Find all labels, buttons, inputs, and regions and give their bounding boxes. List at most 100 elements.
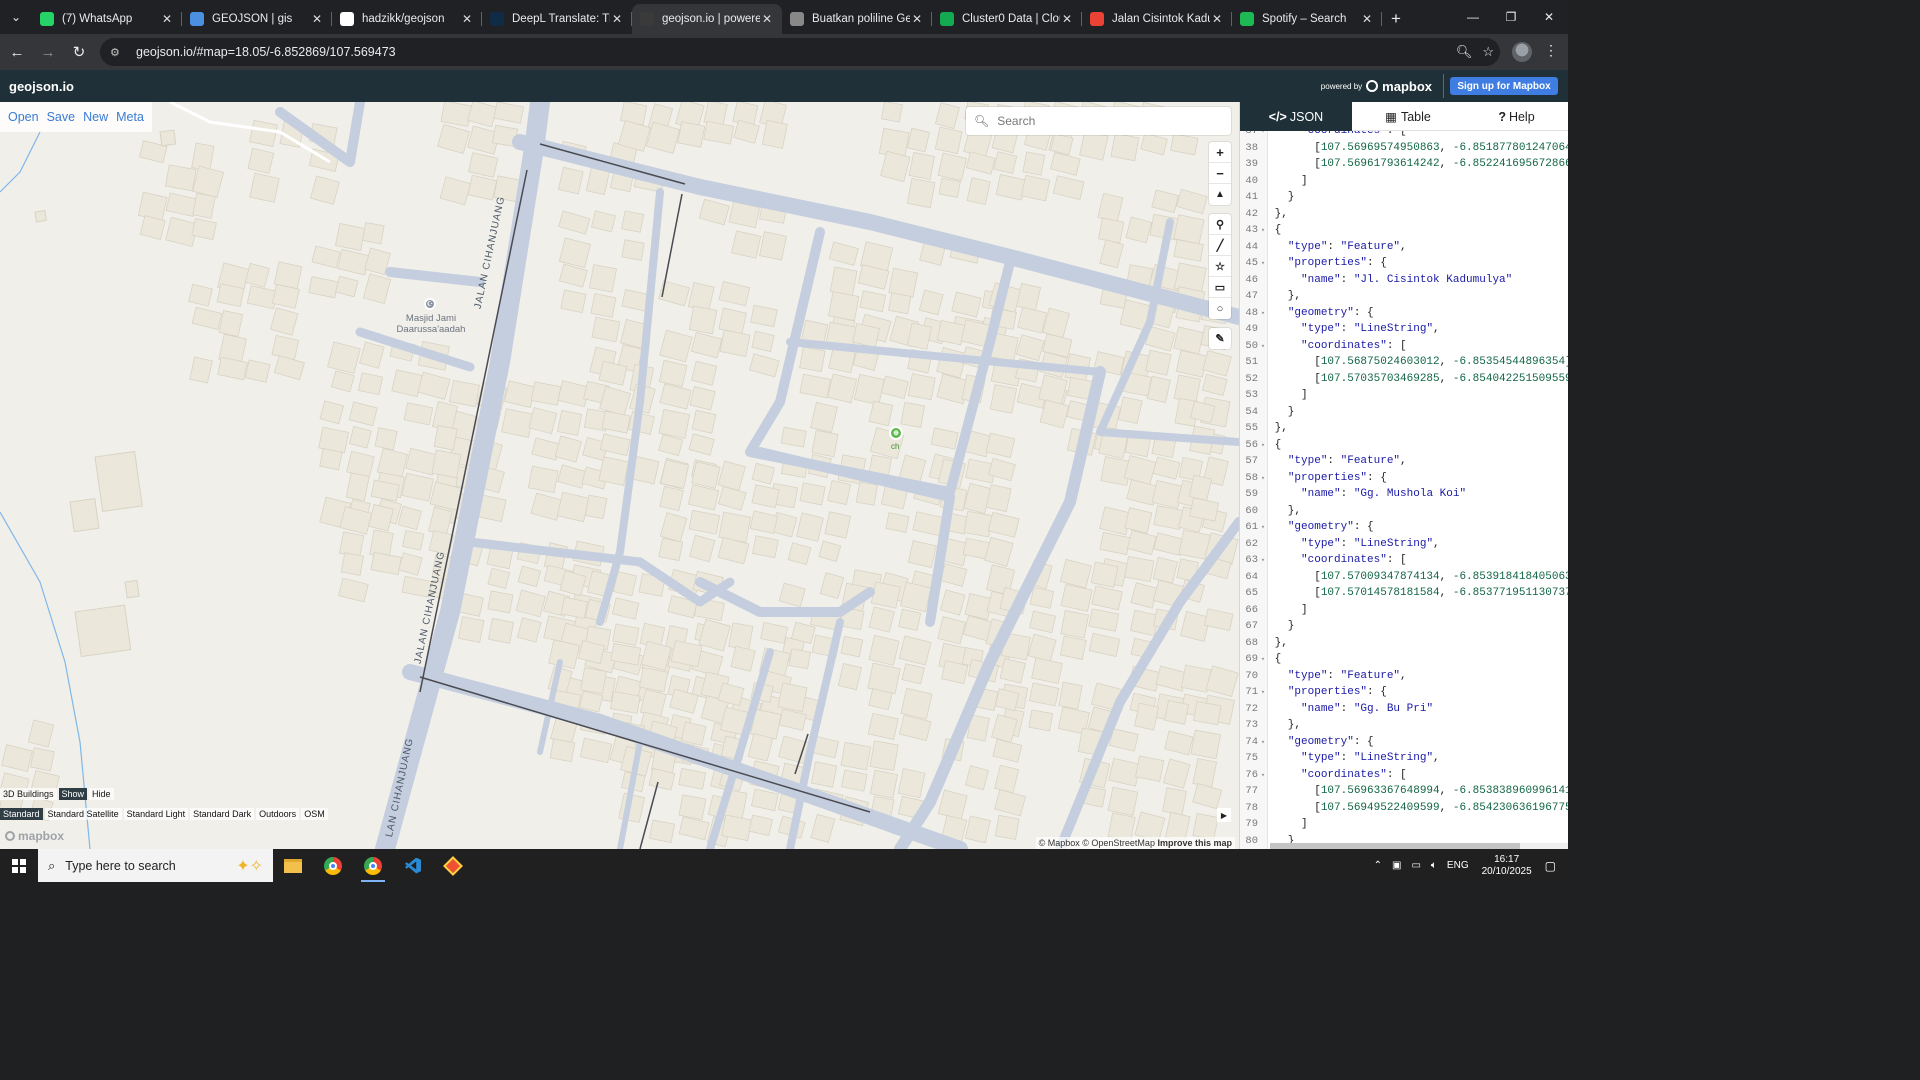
code-line[interactable]: 42 }, (1240, 206, 1568, 223)
fold-arrow-icon[interactable]: ▾ (1258, 471, 1268, 488)
profile-avatar[interactable] (1512, 42, 1532, 62)
close-window-icon[interactable]: ✕ (1530, 0, 1568, 34)
code-line[interactable]: 67 } (1240, 618, 1568, 635)
browser-tab[interactable]: (7) WhatsApp ✕ (32, 4, 182, 34)
close-tab-icon[interactable]: ✕ (760, 12, 774, 26)
reload-icon[interactable]: ↻ (65, 38, 93, 66)
edit-icon[interactable]: ✎ (1209, 328, 1231, 349)
browser-tab[interactable]: Cluster0 Data | Cloud✕ (932, 4, 1082, 34)
code-line[interactable]: 70 "type": "Feature", (1240, 668, 1568, 685)
code-line[interactable]: 59 "name": "Gg. Mushola Koi" (1240, 486, 1568, 503)
start-button[interactable] (0, 849, 38, 882)
code-line[interactable]: 46 "name": "Jl. Cisintok Kadumulya" (1240, 272, 1568, 289)
file-explorer-icon[interactable] (273, 849, 313, 882)
code-line[interactable]: 40 ] (1240, 173, 1568, 190)
code-line[interactable]: 48 ▾ "geometry": { (1240, 305, 1568, 322)
map-style-option[interactable]: Standard Dark (190, 808, 255, 820)
code-line[interactable]: 37 ▾ "coordinates": [ (1240, 131, 1568, 140)
bookmark-star-icon[interactable]: ☆ (1482, 44, 1494, 60)
menu-new[interactable]: New (83, 110, 108, 124)
code-line[interactable]: 65 [107.57014578181584, -6.8537719511307… (1240, 585, 1568, 602)
map-style-option[interactable]: Outdoors (256, 808, 300, 820)
code-line[interactable]: 56 ▾ { (1240, 437, 1568, 454)
browser-tab[interactable]: Jalan Cisintok Kadum✕ (1082, 4, 1232, 34)
draw-polygon-icon[interactable]: ☆ (1209, 256, 1231, 277)
draw-circle-icon[interactable]: ○ (1209, 298, 1231, 319)
zoom-out-icon[interactable]: − (1209, 163, 1231, 184)
git-gui-icon[interactable] (433, 849, 473, 882)
marker-pin-icon[interactable]: ⊕ (889, 426, 903, 440)
copilot-sparkle-icon[interactable]: ✦✧ (236, 856, 263, 876)
language-indicator[interactable]: ENG (1447, 860, 1469, 871)
browser-tab[interactable]: DeepL Translate: The✕ (482, 4, 632, 34)
code-line[interactable]: 62 "type": "LineString", (1240, 536, 1568, 553)
menu-meta[interactable]: Meta (116, 110, 144, 124)
mapbox-logo[interactable]: mapbox (1366, 79, 1432, 94)
clock[interactable]: 16:17 20/10/2025 (1482, 854, 1532, 878)
fold-arrow-icon[interactable]: ▾ (1258, 256, 1268, 273)
menu-open[interactable]: Open (8, 110, 39, 124)
close-tab-icon[interactable]: ✕ (310, 12, 324, 26)
code-line[interactable]: 45 ▾ "properties": { (1240, 255, 1568, 272)
code-line[interactable]: 78 [107.56949522409599, -6.8542306361967… (1240, 800, 1568, 817)
code-line[interactable]: 68 }, (1240, 635, 1568, 652)
map-style-option[interactable]: Standard Light (123, 808, 189, 820)
code-line[interactable]: 72 "name": "Gg. Bu Pri" (1240, 701, 1568, 718)
code-line[interactable]: 69 ▾ { (1240, 651, 1568, 668)
vscode-icon[interactable] (393, 849, 433, 882)
browser-tab[interactable]: hadzikk/geojson ✕ (332, 4, 482, 34)
code-line[interactable]: 74 ▾ "geometry": { (1240, 734, 1568, 751)
minimize-icon[interactable]: — (1454, 0, 1492, 34)
close-tab-icon[interactable]: ✕ (1060, 12, 1074, 26)
code-line[interactable]: 43 ▾ { (1240, 222, 1568, 239)
fold-arrow-icon[interactable]: ▾ (1258, 520, 1268, 537)
code-line[interactable]: 58 ▾ "properties": { (1240, 470, 1568, 487)
close-tab-icon[interactable]: ✕ (610, 12, 624, 26)
network-icon[interactable]: ▭ (1411, 860, 1420, 871)
code-line[interactable]: 77 [107.56963367648994, -6.8538389609961… (1240, 783, 1568, 800)
code-line[interactable]: 63 ▾ "coordinates": [ (1240, 552, 1568, 569)
close-tab-icon[interactable]: ✕ (160, 12, 174, 26)
close-tab-icon[interactable]: ✕ (1210, 12, 1224, 26)
map-canvas[interactable]: JALAN CIHANJUANG JALAN CIHANJUANG LAN CI… (0, 102, 1239, 849)
map-style-option[interactable]: Standard (0, 808, 43, 820)
browser-tab[interactable]: Buatkan poliline Geo ✕ (782, 4, 932, 34)
fold-arrow-icon[interactable]: ▾ (1258, 735, 1268, 752)
close-tab-icon[interactable]: ✕ (1360, 12, 1374, 26)
code-line[interactable]: 51 [107.56875024603012, -6.8535454489635… (1240, 354, 1568, 371)
fold-arrow-icon[interactable]: ▾ (1258, 768, 1268, 785)
tray-apps-icon[interactable]: ▣ (1392, 860, 1401, 871)
fold-arrow-icon[interactable]: ▾ (1258, 685, 1268, 702)
code-line[interactable]: 71 ▾ "properties": { (1240, 684, 1568, 701)
code-line[interactable]: 64 [107.57009347874134, -6.8539184184050… (1240, 569, 1568, 586)
menu-kebab-icon[interactable]: ⋮ (1544, 42, 1558, 59)
code-line[interactable]: 38 [107.56969574950863, -6.8518778012470… (1240, 140, 1568, 157)
back-icon[interactable]: ← (3, 38, 31, 66)
code-line[interactable]: 66 ] (1240, 602, 1568, 619)
code-line[interactable]: 54 } (1240, 404, 1568, 421)
code-line[interactable]: 75 "type": "LineString", (1240, 750, 1568, 767)
code-line[interactable]: 47 }, (1240, 288, 1568, 305)
fold-arrow-icon[interactable]: ▾ (1258, 553, 1268, 570)
draw-rectangle-icon[interactable]: ▭ (1209, 277, 1231, 298)
code-line[interactable]: 44 "type": "Feature", (1240, 239, 1568, 256)
code-line[interactable]: 73 }, (1240, 717, 1568, 734)
code-line[interactable]: 60 }, (1240, 503, 1568, 520)
forward-icon[interactable]: → (34, 38, 62, 66)
draw-point-icon[interactable]: ⚲ (1209, 214, 1231, 235)
fold-arrow-icon[interactable]: ▾ (1258, 438, 1268, 455)
tab-json[interactable]: </> JSON (1240, 102, 1352, 131)
mosque-poi-icon[interactable]: ☪ (424, 298, 436, 310)
menu-save[interactable]: Save (47, 110, 76, 124)
tab-search-chevron-icon[interactable]: ⌄ (0, 0, 32, 34)
search-input[interactable] (997, 114, 1218, 128)
code-line[interactable]: 76 ▾ "coordinates": [ (1240, 767, 1568, 784)
code-line[interactable]: 57 "type": "Feature", (1240, 453, 1568, 470)
fold-arrow-icon[interactable]: ▾ (1258, 306, 1268, 323)
zoom-in-icon[interactable]: + (1209, 142, 1231, 163)
close-tab-icon[interactable]: ✕ (460, 12, 474, 26)
code-line[interactable]: 55 }, (1240, 420, 1568, 437)
fold-arrow-icon[interactable]: ▾ (1258, 339, 1268, 356)
attribution-text[interactable]: © Mapbox © OpenStreetMap (1039, 838, 1155, 848)
code-line[interactable]: 61 ▾ "geometry": { (1240, 519, 1568, 536)
